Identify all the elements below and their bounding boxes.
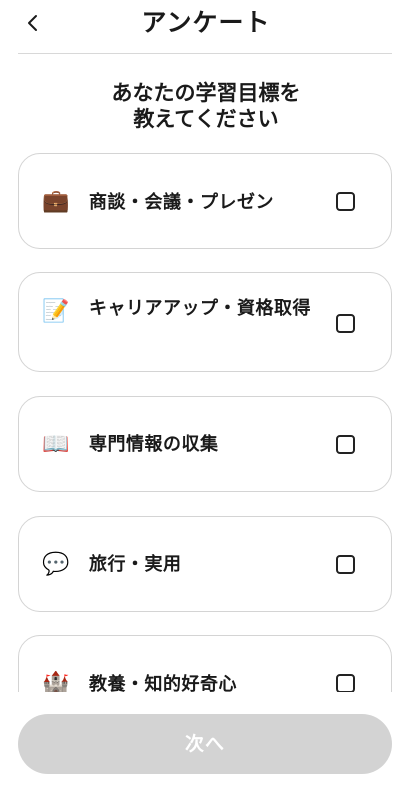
option-card-travel[interactable]: 💬 旅行・実用 [18, 516, 392, 612]
open-book-icon: 📖 [42, 432, 70, 457]
header-divider [18, 53, 392, 54]
option-checkbox[interactable] [336, 435, 355, 454]
option-card-culture[interactable]: 🏰 教養・知的好奇心 [18, 635, 392, 692]
option-card-business[interactable]: 💼 商談・会議・プレゼン [18, 153, 392, 249]
next-button[interactable]: 次へ [18, 714, 392, 774]
speech-bubble-icon: 💬 [42, 552, 70, 577]
option-label: 専門情報の収集 [89, 434, 219, 455]
briefcase-icon: 💼 [42, 189, 70, 214]
option-checkbox[interactable] [336, 674, 355, 692]
option-checkbox[interactable] [336, 192, 355, 211]
option-checkbox[interactable] [336, 555, 355, 574]
option-label: 商談・会議・プレゼン [89, 192, 274, 213]
page-title: アンケート [141, 8, 271, 37]
option-label: 旅行・実用 [89, 554, 182, 575]
option-label: 教養・知的好奇心 [89, 674, 237, 692]
option-card-research[interactable]: 📖 専門情報の収集 [18, 396, 392, 492]
memo-icon: 📝 [42, 299, 70, 324]
option-card-career[interactable]: 📝 キャリアアップ・資格取得 [18, 272, 392, 372]
question-text: あなたの学習目標を 教えてください [111, 81, 301, 131]
castle-icon: 🏰 [42, 671, 70, 692]
options-list[interactable]: 💼 商談・会議・プレゼン 📝 キャリアアップ・資格取得 📖 専門情報の収集 💬 … [0, 150, 412, 692]
option-label: キャリアアップ・資格取得 [89, 298, 311, 319]
app-header: アンケート [0, 0, 412, 54]
option-checkbox[interactable] [336, 314, 355, 333]
